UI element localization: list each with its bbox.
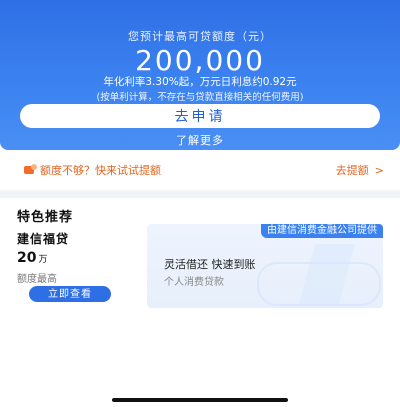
provider-tag: 由建信消费金融公司提供 — [261, 224, 383, 238]
max-amount-value: 20 — [17, 250, 37, 266]
section-divider — [0, 190, 400, 198]
chevron-right-icon: > — [374, 163, 384, 177]
interest-rate-text: 年化利率3.30%起，万元日利息约0.92元 — [103, 76, 297, 88]
wallet-icon — [24, 164, 37, 176]
product-subtitle: 个人消费贷款 — [164, 277, 224, 288]
product-feature: 灵活借还 快速到账 — [164, 258, 256, 271]
increase-limit-text: 额度不够？快来试试提额 — [40, 164, 161, 177]
increase-limit-link[interactable]: 去提额 — [336, 162, 369, 178]
hero-banner: 您预计最高可贷额度（元） 200,000 年化利率3.30%起，万元日利息约0.… — [0, 0, 400, 150]
view-now-button[interactable]: 立即查看 — [29, 286, 111, 302]
credit-limit-amount: 200,000 — [135, 44, 265, 77]
home-indicator[interactable] — [112, 398, 288, 402]
section-title: 特色推荐 — [17, 210, 74, 225]
max-amount: 20 万 — [17, 250, 48, 266]
product-card[interactable]: 由建信消费金融公司提供 建信福贷 20 万 额度最高 灵活借还 快速到账 个人消费… — [17, 224, 383, 308]
apply-button[interactable]: 去申请 — [20, 104, 380, 128]
max-amount-unit: 万 — [38, 255, 48, 265]
credit-limit-label: 您预计最高可贷额度（元） — [128, 30, 272, 43]
product-name: 建信福贷 — [17, 232, 70, 246]
max-amount-label: 额度最高 — [17, 274, 57, 285]
increase-limit-banner[interactable]: 额度不够？快来试试提额 去提额 > — [24, 158, 384, 182]
interest-note: (按单利计算，不存在与贷款直接相关的任何费用) — [96, 92, 304, 103]
learn-more-link[interactable]: 了解更多 — [0, 132, 400, 148]
